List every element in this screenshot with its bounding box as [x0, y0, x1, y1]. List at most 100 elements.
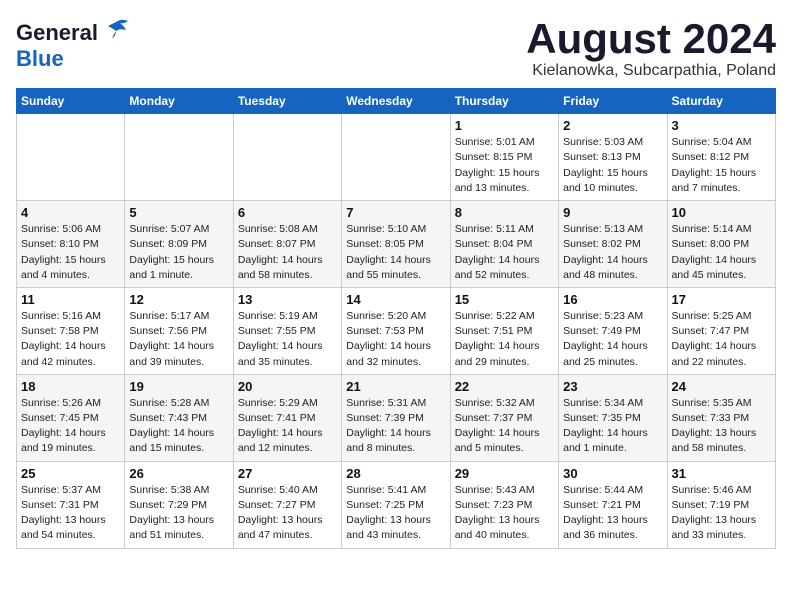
- day-number: 28: [346, 466, 445, 481]
- day-info: Sunrise: 5:14 AM Sunset: 8:00 PM Dayligh…: [672, 222, 771, 283]
- day-info: Sunrise: 5:10 AM Sunset: 8:05 PM Dayligh…: [346, 222, 445, 283]
- day-number: 27: [238, 466, 337, 481]
- day-info: Sunrise: 5:06 AM Sunset: 8:10 PM Dayligh…: [21, 222, 120, 283]
- day-number: 5: [129, 205, 228, 220]
- day-info: Sunrise: 5:32 AM Sunset: 7:37 PM Dayligh…: [455, 396, 554, 457]
- month-year-title: August 2024: [526, 16, 776, 62]
- day-number: 4: [21, 205, 120, 220]
- day-info: Sunrise: 5:26 AM Sunset: 7:45 PM Dayligh…: [21, 396, 120, 457]
- day-info: Sunrise: 5:19 AM Sunset: 7:55 PM Dayligh…: [238, 309, 337, 370]
- day-number: 20: [238, 379, 337, 394]
- calendar-cell: [233, 114, 341, 201]
- day-number: 30: [563, 466, 662, 481]
- calendar-cell: 26 Sunrise: 5:38 AM Sunset: 7:29 PM Dayli…: [125, 461, 233, 548]
- calendar-cell: 7 Sunrise: 5:10 AM Sunset: 8:05 PM Daylig…: [342, 201, 450, 288]
- day-number: 9: [563, 205, 662, 220]
- calendar-cell: [17, 114, 125, 201]
- calendar-cell: 13 Sunrise: 5:19 AM Sunset: 7:55 PM Dayli…: [233, 287, 341, 374]
- calendar-cell: 24Sunrise: 5:35 AM Sunset: 7:33 PM Dayli…: [667, 374, 775, 461]
- calendar-cell: 12Sunrise: 5:17 AM Sunset: 7:56 PM Dayli…: [125, 287, 233, 374]
- calendar-cell: 22 Sunrise: 5:32 AM Sunset: 7:37 PM Dayli…: [450, 374, 558, 461]
- day-info: Sunrise: 5:03 AM Sunset: 8:13 PM Dayligh…: [563, 135, 662, 196]
- day-info: Sunrise: 5:16 AM Sunset: 7:58 PM Dayligh…: [21, 309, 120, 370]
- day-number: 23: [563, 379, 662, 394]
- calendar-cell: 25Sunrise: 5:37 AM Sunset: 7:31 PM Dayli…: [17, 461, 125, 548]
- day-info: Sunrise: 5:20 AM Sunset: 7:53 PM Dayligh…: [346, 309, 445, 370]
- day-number: 2: [563, 118, 662, 133]
- calendar-cell: 3Sunrise: 5:04 AM Sunset: 8:12 PM Daylig…: [667, 114, 775, 201]
- day-number: 8: [455, 205, 554, 220]
- day-number: 10: [672, 205, 771, 220]
- day-number: 22: [455, 379, 554, 394]
- day-number: 24: [672, 379, 771, 394]
- calendar-cell: 16 Sunrise: 5:23 AM Sunset: 7:49 PM Dayli…: [559, 287, 667, 374]
- day-info: Sunrise: 5:13 AM Sunset: 8:02 PM Dayligh…: [563, 222, 662, 283]
- calendar-cell: 21 Sunrise: 5:31 AM Sunset: 7:39 PM Dayli…: [342, 374, 450, 461]
- day-info: Sunrise: 5:41 AM Sunset: 7:25 PM Dayligh…: [346, 483, 445, 544]
- calendar-cell: 30 Sunrise: 5:44 AM Sunset: 7:21 PM Dayli…: [559, 461, 667, 548]
- day-info: Sunrise: 5:34 AM Sunset: 7:35 PM Dayligh…: [563, 396, 662, 457]
- calendar-cell: [125, 114, 233, 201]
- day-number: 12: [129, 292, 228, 307]
- day-number: 29: [455, 466, 554, 481]
- day-number: 6: [238, 205, 337, 220]
- day-number: 13: [238, 292, 337, 307]
- calendar-cell: 23 Sunrise: 5:34 AM Sunset: 7:35 PM Dayli…: [559, 374, 667, 461]
- logo-bird-icon: [102, 16, 130, 50]
- day-number: 31: [672, 466, 771, 481]
- calendar-cell: 27 Sunrise: 5:40 AM Sunset: 7:27 PM Dayli…: [233, 461, 341, 548]
- day-number: 7: [346, 205, 445, 220]
- day-info: Sunrise: 5:08 AM Sunset: 8:07 PM Dayligh…: [238, 222, 337, 283]
- day-info: Sunrise: 5:29 AM Sunset: 7:41 PM Dayligh…: [238, 396, 337, 457]
- calendar-cell: 11Sunrise: 5:16 AM Sunset: 7:58 PM Dayli…: [17, 287, 125, 374]
- day-of-week-header: Sunday: [17, 89, 125, 114]
- day-number: 14: [346, 292, 445, 307]
- calendar-cell: [342, 114, 450, 201]
- logo-general: General: [16, 22, 98, 44]
- calendar-table: SundayMondayTuesdayWednesdayThursdayFrid…: [16, 88, 776, 548]
- calendar-cell: 6 Sunrise: 5:08 AM Sunset: 8:07 PM Daylig…: [233, 201, 341, 288]
- calendar-week-row: 11Sunrise: 5:16 AM Sunset: 7:58 PM Dayli…: [17, 287, 776, 374]
- calendar-cell: 2 Sunrise: 5:03 AM Sunset: 8:13 PM Daylig…: [559, 114, 667, 201]
- calendar-header-row: SundayMondayTuesdayWednesdayThursdayFrid…: [17, 89, 776, 114]
- day-info: Sunrise: 5:43 AM Sunset: 7:23 PM Dayligh…: [455, 483, 554, 544]
- calendar-cell: 8Sunrise: 5:11 AM Sunset: 8:04 PM Daylig…: [450, 201, 558, 288]
- calendar-cell: 17 Sunrise: 5:25 AM Sunset: 7:47 PM Dayli…: [667, 287, 775, 374]
- calendar-cell: 14 Sunrise: 5:20 AM Sunset: 7:53 PM Dayli…: [342, 287, 450, 374]
- day-number: 17: [672, 292, 771, 307]
- header: General Blue August 2024 Kielanowka, Sub…: [16, 16, 776, 80]
- logo: General Blue: [16, 16, 130, 72]
- calendar-week-row: 18 Sunrise: 5:26 AM Sunset: 7:45 PM Dayli…: [17, 374, 776, 461]
- day-number: 18: [21, 379, 120, 394]
- day-number: 21: [346, 379, 445, 394]
- day-info: Sunrise: 5:01 AM Sunset: 8:15 PM Dayligh…: [455, 135, 554, 196]
- day-of-week-header: Wednesday: [342, 89, 450, 114]
- day-info: Sunrise: 5:44 AM Sunset: 7:21 PM Dayligh…: [563, 483, 662, 544]
- calendar-week-row: 1Sunrise: 5:01 AM Sunset: 8:15 PM Daylig…: [17, 114, 776, 201]
- day-info: Sunrise: 5:07 AM Sunset: 8:09 PM Dayligh…: [129, 222, 228, 283]
- day-info: Sunrise: 5:40 AM Sunset: 7:27 PM Dayligh…: [238, 483, 337, 544]
- calendar-cell: 28 Sunrise: 5:41 AM Sunset: 7:25 PM Dayli…: [342, 461, 450, 548]
- day-info: Sunrise: 5:25 AM Sunset: 7:47 PM Dayligh…: [672, 309, 771, 370]
- day-info: Sunrise: 5:46 AM Sunset: 7:19 PM Dayligh…: [672, 483, 771, 544]
- calendar-cell: 5 Sunrise: 5:07 AM Sunset: 8:09 PM Daylig…: [125, 201, 233, 288]
- calendar-week-row: 4 Sunrise: 5:06 AM Sunset: 8:10 PM Daylig…: [17, 201, 776, 288]
- day-info: Sunrise: 5:22 AM Sunset: 7:51 PM Dayligh…: [455, 309, 554, 370]
- day-number: 26: [129, 466, 228, 481]
- day-of-week-header: Friday: [559, 89, 667, 114]
- day-of-week-header: Thursday: [450, 89, 558, 114]
- calendar-cell: 20 Sunrise: 5:29 AM Sunset: 7:41 PM Dayli…: [233, 374, 341, 461]
- day-of-week-header: Monday: [125, 89, 233, 114]
- day-info: Sunrise: 5:28 AM Sunset: 7:43 PM Dayligh…: [129, 396, 228, 457]
- calendar-week-row: 25Sunrise: 5:37 AM Sunset: 7:31 PM Dayli…: [17, 461, 776, 548]
- day-info: Sunrise: 5:37 AM Sunset: 7:31 PM Dayligh…: [21, 483, 120, 544]
- calendar-cell: 9 Sunrise: 5:13 AM Sunset: 8:02 PM Daylig…: [559, 201, 667, 288]
- day-number: 3: [672, 118, 771, 133]
- calendar-cell: 1Sunrise: 5:01 AM Sunset: 8:15 PM Daylig…: [450, 114, 558, 201]
- day-info: Sunrise: 5:23 AM Sunset: 7:49 PM Dayligh…: [563, 309, 662, 370]
- day-info: Sunrise: 5:31 AM Sunset: 7:39 PM Dayligh…: [346, 396, 445, 457]
- day-info: Sunrise: 5:38 AM Sunset: 7:29 PM Dayligh…: [129, 483, 228, 544]
- location-subtitle: Kielanowka, Subcarpathia, Poland: [526, 62, 776, 80]
- day-number: 16: [563, 292, 662, 307]
- day-number: 19: [129, 379, 228, 394]
